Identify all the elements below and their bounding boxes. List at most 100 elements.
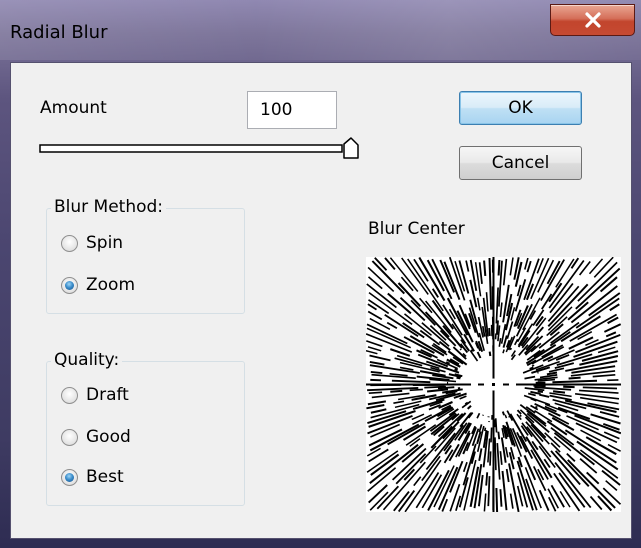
blur-streak xyxy=(494,437,497,471)
blur-streak xyxy=(546,371,558,376)
blur-streak xyxy=(478,448,483,461)
blur-streak xyxy=(593,257,614,278)
close-icon xyxy=(584,12,601,28)
blur-streak xyxy=(386,321,398,329)
spin-radio[interactable] xyxy=(61,234,78,252)
quality-legend: Quality: xyxy=(51,350,123,370)
slider-thumb[interactable] xyxy=(343,137,359,159)
cancel-button[interactable]: Cancel xyxy=(459,146,582,180)
blur-streak xyxy=(370,370,383,375)
blur-streak xyxy=(469,350,479,362)
blur-streak xyxy=(500,437,507,463)
blur-streak xyxy=(488,257,493,310)
blur-streak xyxy=(499,302,503,318)
blur-center-preview[interactable] xyxy=(366,257,621,512)
blur-streak xyxy=(466,405,472,410)
blur-streak xyxy=(579,389,619,394)
blur-streak xyxy=(366,340,383,348)
close-button[interactable] xyxy=(550,4,635,36)
blur-streak xyxy=(509,257,514,276)
draft-label: Draft xyxy=(86,385,129,405)
amount-slider[interactable] xyxy=(39,137,359,161)
blur-streak xyxy=(568,376,581,380)
blur-streak xyxy=(550,442,561,453)
blur-streak xyxy=(478,262,483,284)
blur-streak xyxy=(501,470,508,511)
slider-track xyxy=(39,144,343,153)
blur-streak xyxy=(462,461,468,473)
blur-streak xyxy=(509,493,514,509)
blur-streak xyxy=(371,392,410,399)
best-radio[interactable] xyxy=(61,468,78,486)
blur-streak xyxy=(605,331,617,338)
blur-streak xyxy=(496,443,501,480)
blur-streak xyxy=(369,360,385,366)
blur-streak xyxy=(390,389,403,393)
blur-method-legend: Blur Method: xyxy=(51,197,167,217)
blur-streak xyxy=(488,351,492,357)
blur-streak xyxy=(476,297,481,311)
blur-streak xyxy=(498,337,502,347)
blur-streak xyxy=(495,287,499,324)
blur-streak xyxy=(454,368,458,372)
blur-streak xyxy=(538,331,560,349)
blur-streak xyxy=(409,388,423,392)
blur-streak xyxy=(393,400,405,405)
blur-streak xyxy=(524,257,529,270)
blur-streak xyxy=(487,476,491,507)
blur-streak xyxy=(411,413,425,421)
blur-streak xyxy=(384,314,419,337)
blur-streak xyxy=(502,349,505,354)
draft-option[interactable]: Draft xyxy=(61,385,129,405)
blur-streak xyxy=(549,331,571,347)
blur-streak xyxy=(449,460,464,493)
blur-streak xyxy=(603,323,621,333)
blur-streak xyxy=(371,260,406,295)
blur-streak xyxy=(366,349,378,355)
blur-streak xyxy=(508,463,520,512)
blur-streak xyxy=(426,388,449,393)
blur-streak xyxy=(609,303,620,312)
blur-streak xyxy=(366,327,412,349)
blur-streak xyxy=(499,451,503,465)
dialog-window: Radial Blur Amount OK Cancel Blur Method… xyxy=(0,0,641,548)
blur-streak xyxy=(592,373,616,378)
blur-streak xyxy=(602,487,621,505)
dialog-body: Amount OK Cancel Blur Method: Spin Zoom … xyxy=(10,62,632,539)
blur-streak xyxy=(552,390,566,394)
amount-input[interactable] xyxy=(247,91,337,129)
draft-radio[interactable] xyxy=(61,386,78,404)
blur-streak xyxy=(476,351,482,359)
zoom-radio[interactable] xyxy=(61,276,78,294)
blur-streak xyxy=(485,472,489,486)
blur-streak xyxy=(367,467,397,492)
blur-streak xyxy=(497,259,501,276)
good-radio[interactable] xyxy=(61,428,78,446)
blur-method-group: Blur Method: Spin Zoom xyxy=(46,197,245,314)
best-label: Best xyxy=(86,467,124,487)
quality-group: Quality: Draft Good Best xyxy=(46,350,245,506)
spin-option[interactable]: Spin xyxy=(61,233,123,253)
good-option[interactable]: Good xyxy=(61,427,131,447)
blur-streak xyxy=(535,405,538,409)
blur-streak xyxy=(505,446,509,458)
blur-streak xyxy=(508,415,511,418)
zoom-option[interactable]: Zoom xyxy=(61,275,135,295)
blur-streak xyxy=(371,373,416,380)
zoom-label: Zoom xyxy=(86,275,136,295)
blur-streak xyxy=(384,257,396,271)
blur-streak xyxy=(455,495,462,512)
best-option[interactable]: Best xyxy=(61,467,124,487)
blur-streak xyxy=(504,414,508,419)
blur-streak xyxy=(488,327,491,336)
amount-label: Amount xyxy=(40,98,107,118)
blur-streak xyxy=(509,347,512,351)
blur-streak xyxy=(366,404,385,410)
blur-streak xyxy=(495,487,499,512)
blur-streak xyxy=(527,392,536,397)
blur-streak xyxy=(421,455,441,482)
blur-streak xyxy=(505,468,510,483)
ok-button[interactable]: OK xyxy=(459,91,582,125)
blur-streak xyxy=(548,496,557,512)
blur-streak xyxy=(367,400,387,406)
